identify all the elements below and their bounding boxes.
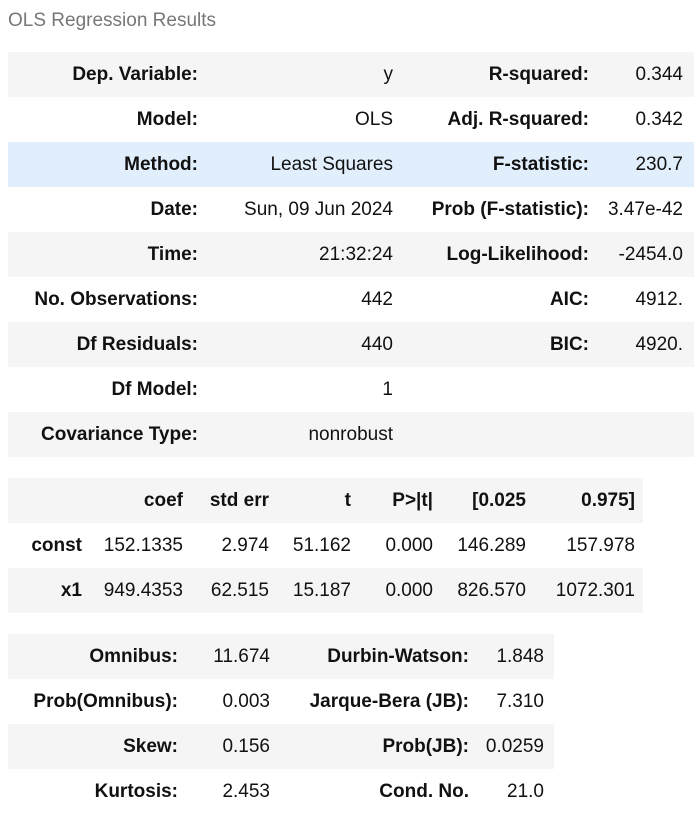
diagnostic-label: Cond. No. <box>379 780 469 802</box>
summary-row-time: Time: 21:32:24 Log-Likelihood: -2454.0 <box>8 232 694 277</box>
coefficients-header-row: coef std err t P>|t| [0.025 0.975] <box>8 478 643 523</box>
summary-label: Log-Likelihood: <box>446 243 589 265</box>
summary-label: Time: <box>147 243 198 265</box>
diagnostic-value: 0.0259 <box>485 735 544 757</box>
summary-label: No. Observations: <box>34 288 198 310</box>
summary-label: R-squared: <box>488 63 589 85</box>
summary-row-model: Model: OLS Adj. R-squared: 0.342 <box>8 97 694 142</box>
summary-label: Df Model: <box>111 378 198 400</box>
ci-low-value: 826.570 <box>457 579 526 601</box>
diagnostics-row-omnibus: Omnibus: 11.674 Durbin-Watson: 1.848 <box>8 634 554 679</box>
coefficients-table: coef std err t P>|t| [0.025 0.975] const… <box>8 478 643 613</box>
summary-label: BIC: <box>549 333 589 355</box>
diagnostic-value: 0.003 <box>222 690 270 712</box>
summary-value: 230.7 <box>635 153 683 175</box>
summary-value: 4920. <box>635 333 683 355</box>
diagnostic-label: Durbin-Watson: <box>327 645 469 667</box>
summary-value: Least Squares <box>270 153 393 175</box>
column-header-ci-high: 0.975] <box>581 489 635 511</box>
summary-row-observations: No. Observations: 442 AIC: 4912. <box>8 277 694 322</box>
results-caption: OLS Regression Results <box>8 10 217 31</box>
model-summary-table: Dep. Variable: y R-squared: 0.344 Model:… <box>8 52 694 457</box>
summary-label: Covariance Type: <box>41 423 198 445</box>
summary-label: F-statistic: <box>492 153 589 175</box>
summary-value <box>598 367 694 412</box>
summary-row-df-residuals: Df Residuals: 440 BIC: 4920. <box>8 322 694 367</box>
summary-value: 0.344 <box>635 63 683 85</box>
summary-value: OLS <box>354 108 393 130</box>
summary-value: -2454.0 <box>618 243 683 265</box>
summary-label <box>406 412 598 457</box>
p-value: 0.000 <box>385 579 433 601</box>
std-err-value: 2.974 <box>221 534 269 556</box>
column-header <box>8 478 90 523</box>
coefficient-name: const <box>31 534 82 556</box>
std-err-value: 62.515 <box>210 579 269 601</box>
summary-row-covariance-type: Covariance Type: nonrobust <box>8 412 694 457</box>
summary-value <box>598 412 694 457</box>
diagnostic-value: 11.674 <box>213 645 270 667</box>
summary-label: Date: <box>150 198 198 220</box>
summary-label: AIC: <box>549 288 589 310</box>
column-header-coef: coef <box>143 489 183 511</box>
coef-value: 152.1335 <box>103 534 183 556</box>
summary-label: Adj. R-squared: <box>447 108 589 130</box>
summary-row-date: Date: Sun, 09 Jun 2024 Prob (F-statistic… <box>8 187 694 232</box>
summary-label: Model: <box>136 108 198 130</box>
diagnostic-value: 1.848 <box>496 645 544 667</box>
diagnostic-label: Jarque-Bera (JB): <box>309 690 469 712</box>
summary-value: 1 <box>382 378 393 400</box>
column-header-ci-low: [0.025 <box>472 489 526 511</box>
t-value: 51.162 <box>292 534 351 556</box>
diagnostic-value: 2.453 <box>222 780 270 802</box>
diagnostics-row-skew: Skew: 0.156 Prob(JB): 0.0259 <box>8 724 554 769</box>
coefficient-name: x1 <box>60 579 82 601</box>
diagnostic-value: 0.156 <box>222 735 270 757</box>
summary-value: nonrobust <box>308 423 393 445</box>
coef-value: 949.4353 <box>103 579 183 601</box>
summary-value: 4912. <box>635 288 683 310</box>
coefficient-row-const: const 152.1335 2.974 51.162 0.000 146.28… <box>8 523 643 568</box>
ci-high-value: 157.978 <box>566 534 635 556</box>
column-header-t: t <box>344 489 351 511</box>
summary-value: 0.342 <box>635 108 683 130</box>
diagnostics-table: Omnibus: 11.674 Durbin-Watson: 1.848 Pro… <box>8 634 554 814</box>
diagnostic-label: Omnibus: <box>89 645 178 667</box>
diagnostic-label: Prob(JB): <box>382 735 469 757</box>
summary-value: 3.47e-42 <box>607 198 683 220</box>
summary-row-method: Method: Least Squares F-statistic: 230.7 <box>8 142 694 187</box>
coefficient-row-x1: x1 949.4353 62.515 15.187 0.000 826.570 … <box>8 568 643 613</box>
ci-low-value: 146.289 <box>457 534 526 556</box>
column-header-p-value: P>|t| <box>392 489 433 511</box>
ci-high-value: 1072.301 <box>555 579 635 601</box>
summary-value: 440 <box>361 333 393 355</box>
summary-label: Dep. Variable: <box>72 63 198 85</box>
diagnostics-row-kurtosis: Kurtosis: 2.453 Cond. No. 21.0 <box>8 769 554 814</box>
diagnostic-value: 21.0 <box>507 780 544 802</box>
summary-row-dep-variable: Dep. Variable: y R-squared: 0.344 <box>8 52 694 97</box>
t-value: 15.187 <box>292 579 351 601</box>
summary-value: y <box>383 63 394 85</box>
summary-label: Method: <box>124 153 198 175</box>
summary-label: Df Residuals: <box>76 333 198 355</box>
summary-value: 442 <box>361 288 393 310</box>
summary-label <box>406 367 598 412</box>
diagnostic-label: Skew: <box>123 735 178 757</box>
diagnostic-label: Kurtosis: <box>94 780 178 802</box>
summary-value: 21:32:24 <box>319 243 393 265</box>
diagnostics-row-prob-omnibus: Prob(Omnibus): 0.003 Jarque-Bera (JB): 7… <box>8 679 554 724</box>
diagnostic-value: 7.310 <box>496 690 544 712</box>
p-value: 0.000 <box>385 534 433 556</box>
summary-label: Prob (F-statistic): <box>431 198 589 220</box>
summary-value: Sun, 09 Jun 2024 <box>244 198 393 220</box>
summary-row-df-model: Df Model: 1 <box>8 367 694 412</box>
column-header-std-err: std err <box>209 489 269 511</box>
diagnostic-label: Prob(Omnibus): <box>33 690 178 712</box>
